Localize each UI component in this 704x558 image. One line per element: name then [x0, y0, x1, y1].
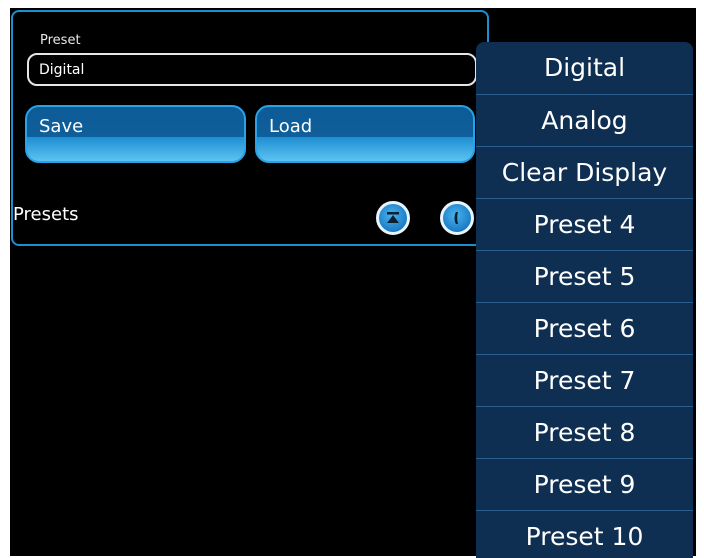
scroll-to-top-button[interactable]: [376, 201, 410, 235]
dropdown-item-preset-8[interactable]: Preset 8: [476, 406, 693, 457]
dropdown-item-preset-7[interactable]: Preset 7: [476, 354, 693, 405]
info-button[interactable]: [440, 201, 474, 235]
info-icon: [454, 212, 458, 224]
frame-top-border: [0, 0, 704, 8]
dropdown-item-preset-10[interactable]: Preset 10: [476, 510, 693, 558]
dropdown-item-preset-4[interactable]: Preset 4: [476, 198, 693, 249]
preset-name-field[interactable]: [27, 53, 477, 86]
dropdown-item-digital[interactable]: Digital: [476, 42, 693, 93]
frame-right-border: [696, 0, 704, 558]
load-button[interactable]: Load: [255, 105, 475, 163]
scroll-to-top-icon: [387, 212, 399, 223]
preset-dropdown-list: Digital Analog Clear Display Preset 4 Pr…: [476, 42, 693, 558]
preset-field-label: Preset: [40, 33, 81, 48]
dropdown-item-preset-9[interactable]: Preset 9: [476, 458, 693, 509]
save-button-label: Save: [39, 116, 84, 137]
load-button-label: Load: [269, 116, 313, 137]
dropdown-item-preset-6[interactable]: Preset 6: [476, 302, 693, 353]
dropdown-item-clear-display[interactable]: Clear Display: [476, 146, 693, 197]
presets-label: Presets: [13, 204, 79, 225]
save-button[interactable]: Save: [25, 105, 246, 163]
dropdown-item-preset-5[interactable]: Preset 5: [476, 250, 693, 301]
frame-left-border: [0, 0, 10, 558]
dropdown-item-analog[interactable]: Analog: [476, 94, 693, 145]
